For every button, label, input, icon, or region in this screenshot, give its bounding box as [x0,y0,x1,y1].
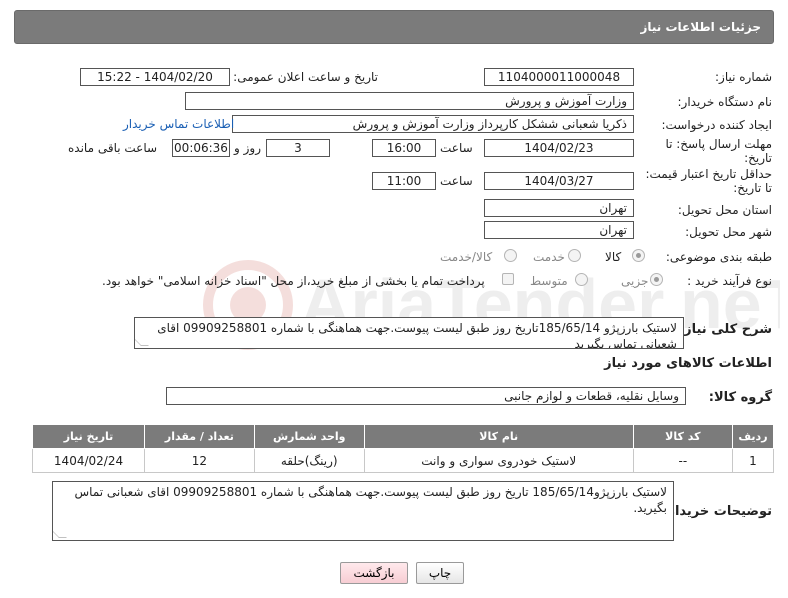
buyer-org-field[interactable]: وزارت آموزش و پرورش [185,92,634,110]
category-goods-radio[interactable] [632,249,645,262]
need-number-label: شماره نیاز: [715,70,772,84]
deadline-time-label: ساعت [440,141,473,155]
days-field[interactable]: 3 [266,139,330,157]
goods-table-header: ردیف کد کالا نام کالا واحد شمارش تعداد /… [31,424,775,449]
creator-field[interactable]: ذکریا شعبانی ششکل کارپرداز وزارت آموزش و… [232,115,634,133]
process-minor-label: جزیی [621,274,649,288]
goods-group-label: گروه کالا: [708,390,772,405]
description-textarea[interactable]: لاستیک بارزپژو 185/65/14تاریخ روز طبق لی… [134,317,684,349]
cell-row: 1 [731,448,775,473]
resize-handle-icon[interactable] [135,338,149,346]
col-row: ردیف [731,424,775,449]
col-name: نام کالا [363,424,634,449]
goods-table: ردیف کد کالا نام کالا واحد شمارش تعداد /… [31,424,775,473]
deadline-date-field[interactable]: 1404/02/23 [484,139,634,157]
buyer-notes-textarea[interactable]: لاستیک بارزپژو185/65/14 تاریخ روز طبق لی… [52,481,674,541]
category-goods-label: کالا [605,250,622,264]
process-minor-radio[interactable] [650,273,663,286]
process-medium-radio[interactable] [575,273,588,286]
buyer-notes-label: توضیحات خریدار: [662,504,772,519]
category-label: طبقه بندی موضوعی: [665,250,772,264]
remaining-time-field[interactable]: 00:06:36 [172,139,230,157]
process-medium-label: متوسط [530,274,568,288]
validity-time-field[interactable]: 11:00 [372,172,436,190]
category-service-label: خدمت [533,250,565,264]
buyer-notes-text: لاستیک بارزپژو185/65/14 تاریخ روز طبق لی… [74,485,667,515]
days-label: روز و [234,141,261,155]
page-title: جزئیات اطلاعات نیاز [640,20,761,34]
cell-need-date: 1404/02/24 [31,448,146,473]
province-field[interactable]: تهران [484,199,634,217]
category-service-radio[interactable] [568,249,581,262]
deadline-label-2: تاریخ: [744,151,772,165]
need-number-field[interactable]: 1104000011000048 [484,68,634,86]
announce-label: تاریخ و ساعت اعلان عمومی: [233,70,378,84]
col-unit: واحد شمارش [253,424,365,449]
cell-code: -- [632,448,733,473]
cell-unit: (رینگ)حلقه [253,448,365,473]
validity-date-field[interactable]: 1404/03/27 [484,172,634,190]
goods-group-field[interactable]: وسایل نقلیه، قطعات و لوازم جانبی [166,387,686,405]
col-quantity: تعداد / مقدار [144,424,255,449]
announce-field[interactable]: 1404/02/20 - 15:22 [80,68,230,86]
col-code: کد کالا [632,424,733,449]
validity-label: حداقل تاریخ اعتبار قیمت: [645,167,772,181]
buyer-contact-link[interactable]: اطلاعات تماس خریدار [123,117,234,131]
city-label: شهر محل تحویل: [685,225,772,239]
table-row[interactable]: 1 -- لاستیک خودروی سواری و وانت (رینگ)حل… [31,448,775,473]
province-label: استان محل تحویل: [677,203,772,217]
category-goods-service-radio[interactable] [504,249,517,262]
cell-name: لاستیک خودروی سواری و وانت [363,448,634,473]
treasury-payment-checkbox[interactable] [502,273,514,285]
creator-label: ایجاد کننده درخواست: [661,118,772,132]
back-button[interactable]: بازگشت [340,562,408,584]
buyer-org-label: نام دستگاه خریدار: [677,95,773,109]
print-button[interactable]: چاپ [416,562,464,584]
goods-section-title: اطلاعات کالاهای مورد نیاز [604,356,772,371]
description-label: شرح کلی نیاز: [678,322,772,337]
validity-label-2: تا تاریخ: [733,181,772,195]
details-header: جزئیات اطلاعات نیاز [14,10,774,44]
deadline-label: مهلت ارسال پاسخ: تا [665,137,772,151]
deadline-time-field[interactable]: 16:00 [372,139,436,157]
remaining-label: ساعت باقی مانده [68,141,158,155]
description-text: لاستیک بارزپژو 185/65/14تاریخ روز طبق لی… [157,321,677,349]
treasury-payment-note: پرداخت تمام یا بخشی از مبلغ خرید،از محل … [102,274,485,288]
resize-handle-icon[interactable] [53,530,67,538]
city-field[interactable]: تهران [484,221,634,239]
process-label: نوع فرآیند خرید : [687,274,772,288]
col-need-date: تاریخ نیاز [31,424,146,449]
category-goods-service-label: کالا/خدمت [440,250,493,264]
validity-time-label: ساعت [440,174,473,188]
cell-quantity: 12 [144,448,255,473]
